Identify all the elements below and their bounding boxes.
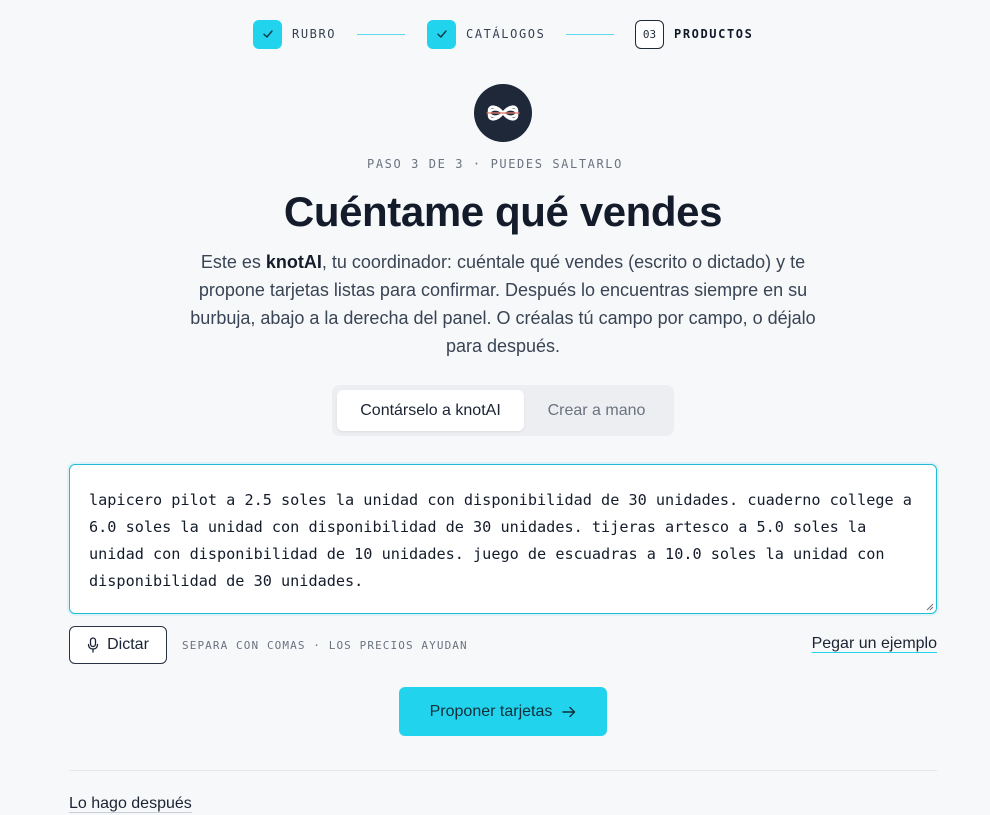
check-icon bbox=[253, 19, 282, 49]
input-hint: SEPARA CON COMAS · LOS PRECIOS AYUDAN bbox=[182, 639, 468, 652]
description-prefix: Este es bbox=[200, 252, 266, 272]
tab-manual[interactable]: Crear a mano bbox=[524, 390, 669, 431]
divider bbox=[69, 770, 937, 771]
page-title: Cuéntame qué vendes bbox=[283, 188, 723, 235]
propose-cards-button[interactable]: Proponer tarjetas bbox=[399, 687, 607, 736]
propose-label: Proponer tarjetas bbox=[429, 702, 553, 720]
step-catalogos[interactable]: CATÁLOGOS bbox=[427, 19, 545, 49]
dictate-button[interactable]: Dictar bbox=[69, 626, 167, 664]
paste-example-link[interactable]: Pegar un ejemplo bbox=[812, 635, 937, 653]
products-textarea-value: lapicero pilot a 2.5 soles la unidad con… bbox=[89, 491, 922, 590]
knotai-logo bbox=[474, 84, 532, 142]
step-connector bbox=[566, 34, 614, 35]
step-label: CATÁLOGOS bbox=[466, 27, 546, 41]
step-label: PRODUCTOS bbox=[674, 27, 754, 41]
step-connector bbox=[357, 34, 405, 35]
stepper: RUBRO CATÁLOGOS 03 PRODUCTOS bbox=[0, 19, 990, 49]
step-productos: 03 PRODUCTOS bbox=[635, 19, 753, 49]
step-number: 03 bbox=[635, 19, 664, 49]
microphone-icon bbox=[87, 637, 99, 653]
page-description: Este es knotAI, tu coordinador: cuéntale… bbox=[185, 248, 821, 360]
arrow-right-icon bbox=[562, 706, 576, 717]
check-icon bbox=[427, 19, 456, 49]
skip-later-link[interactable]: Lo hago después bbox=[69, 795, 192, 813]
products-textarea[interactable]: lapicero pilot a 2.5 soles la unidad con… bbox=[69, 464, 937, 614]
brand-name: knotAI bbox=[265, 252, 322, 272]
tab-knotai[interactable]: Contárselo a knotAI bbox=[337, 390, 524, 431]
step-rubro[interactable]: RUBRO bbox=[253, 19, 336, 49]
dictate-label: Dictar bbox=[107, 636, 149, 653]
resize-handle-icon[interactable] bbox=[924, 601, 934, 611]
knot-icon bbox=[486, 105, 520, 121]
step-eyebrow: PASO 3 DE 3 · PUEDES SALTARLO bbox=[367, 157, 623, 171]
step-label: RUBRO bbox=[292, 27, 337, 41]
mode-toggle: Contárselo a knotAI Crear a mano bbox=[332, 385, 674, 436]
